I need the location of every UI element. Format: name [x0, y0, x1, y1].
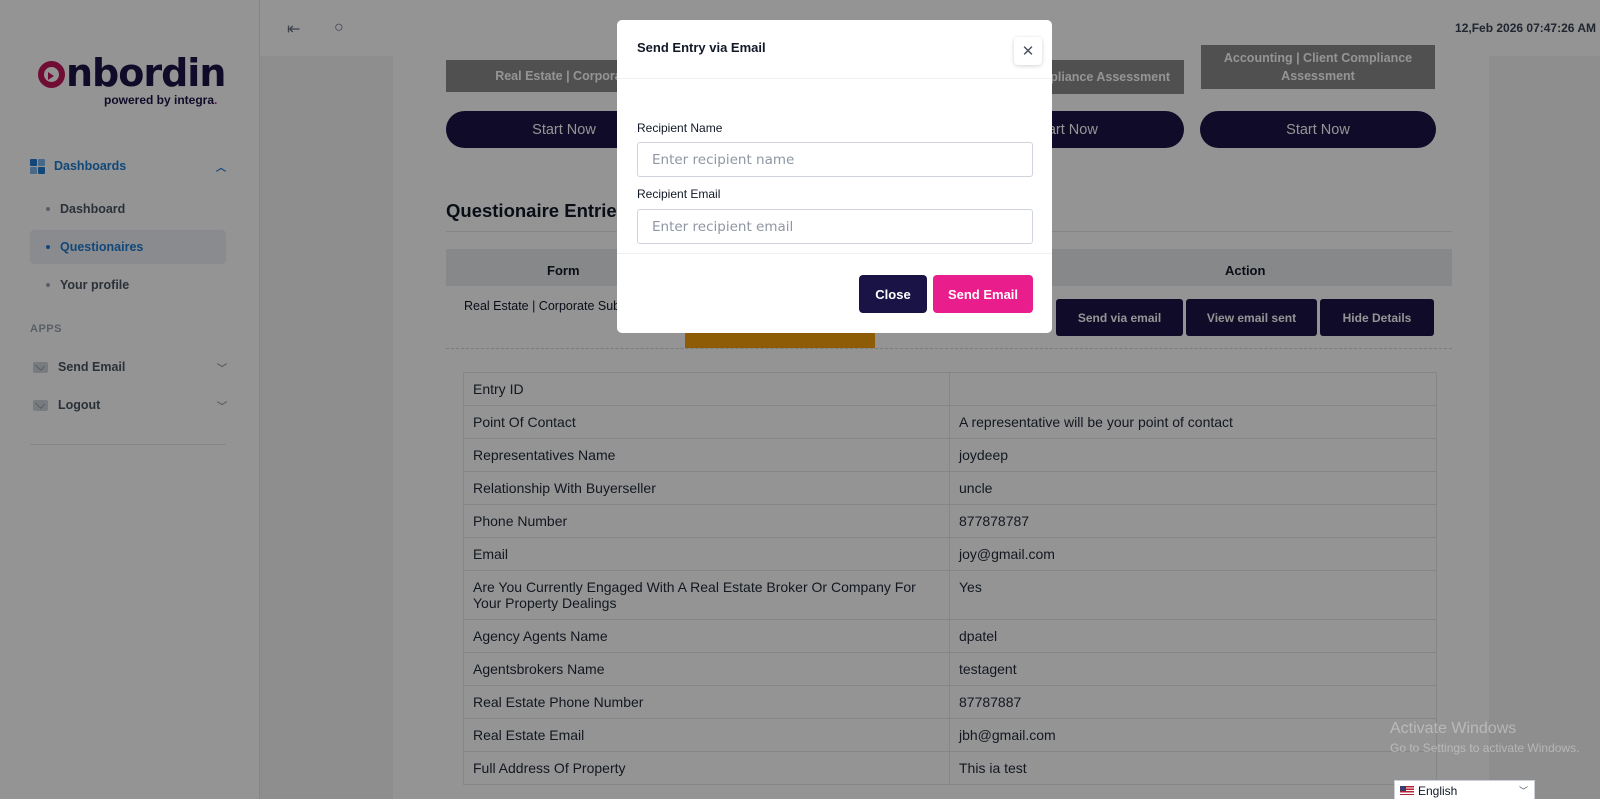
modal-footer-divider	[617, 253, 1052, 254]
send-entry-email-modal: Send Entry via Email ✕ Recipient Name Re…	[617, 20, 1052, 333]
windows-watermark-subtitle: Go to Settings to activate Windows.	[1390, 741, 1580, 755]
modal-header-divider	[617, 78, 1052, 79]
modal-title: Send Entry via Email	[637, 40, 766, 55]
close-icon[interactable]: ✕	[1014, 37, 1042, 65]
send-email-button[interactable]: Send Email	[933, 275, 1033, 313]
windows-watermark-title: Activate Windows	[1390, 720, 1517, 737]
recipient-name-input[interactable]	[637, 142, 1033, 177]
close-button[interactable]: Close	[859, 275, 927, 313]
recipient-email-input[interactable]	[637, 209, 1033, 244]
us-flag-icon	[1400, 786, 1414, 795]
recipient-email-label: Recipient Email	[637, 187, 721, 201]
language-label: English	[1418, 783, 1458, 798]
recipient-name-label: Recipient Name	[637, 121, 723, 135]
chevron-down-icon: ﹀	[1518, 786, 1528, 796]
language-select[interactable]: English ﹀	[1394, 780, 1535, 799]
